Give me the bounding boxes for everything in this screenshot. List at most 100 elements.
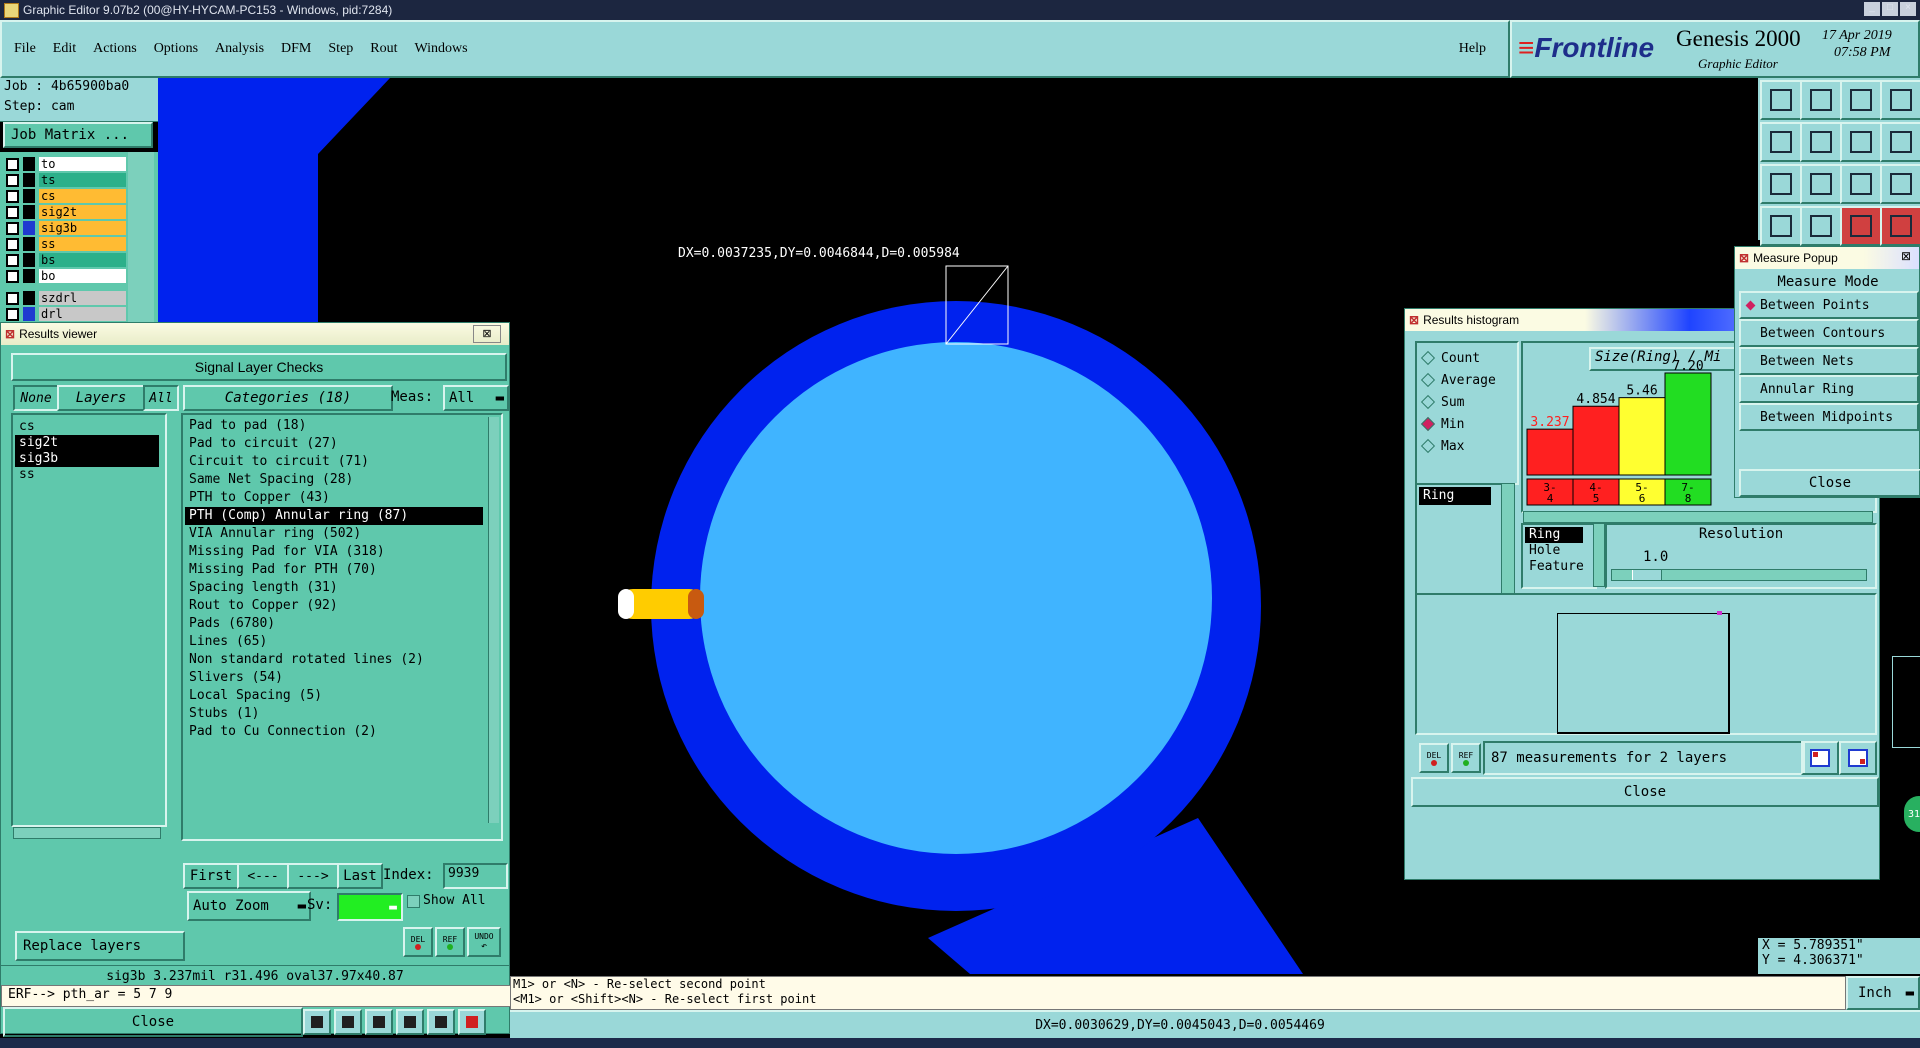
layer-name[interactable]: ss: [39, 237, 126, 251]
category-item[interactable]: VIA Annular ring (502): [185, 525, 483, 543]
radio-icon[interactable]: [1420, 372, 1436, 388]
stat-option[interactable]: Sum: [1420, 391, 1496, 413]
measure-mode-option[interactable]: Annular Ring: [1739, 375, 1919, 403]
tool-red2-tool-button[interactable]: [1880, 206, 1920, 246]
zoom-fit-button[interactable]: [1801, 741, 1839, 775]
radio-icon[interactable]: [1745, 384, 1756, 394]
category-item[interactable]: Local Spacing (5): [185, 687, 483, 705]
type-list-scroll[interactable]: [1593, 523, 1605, 587]
layer-row[interactable]: bs: [6, 252, 126, 268]
layer-row[interactable]: bo: [6, 268, 126, 284]
show-all-checkbox[interactable]: [407, 895, 420, 908]
measure-mode-option[interactable]: Between Nets: [1739, 347, 1919, 375]
ratio-tool-button[interactable]: [1840, 164, 1882, 204]
layer-name[interactable]: to: [39, 157, 126, 171]
radio-icon[interactable]: [1420, 350, 1436, 366]
measure-popup-close-button[interactable]: Close: [1739, 469, 1920, 497]
tool-red-tool-button[interactable]: [1840, 206, 1882, 246]
results-viewer-close-icon[interactable]: ⊠: [473, 325, 501, 343]
note-button[interactable]: [427, 1009, 455, 1035]
measure-mode-option[interactable]: Between Midpoints: [1739, 403, 1919, 431]
radio-icon[interactable]: [1420, 394, 1436, 410]
close-icon[interactable]: ×: [1900, 2, 1916, 16]
type-item[interactable]: Hole: [1525, 543, 1583, 559]
category-item[interactable]: Missing Pad for PTH (70): [185, 561, 483, 579]
chart-button[interactable]: [458, 1009, 486, 1035]
layer-row[interactable]: ss: [6, 236, 126, 252]
type-item[interactable]: Feature: [1525, 559, 1584, 575]
minimize-icon[interactable]: _: [1864, 2, 1880, 16]
help-tool-button[interactable]: [1880, 164, 1920, 204]
radio-icon[interactable]: [1420, 416, 1436, 432]
radio-icon[interactable]: [1745, 412, 1756, 422]
radio-icon[interactable]: [1745, 300, 1756, 310]
first-button[interactable]: First: [183, 863, 239, 889]
route-tool-button[interactable]: [1880, 122, 1920, 162]
stat-option[interactable]: Count: [1420, 347, 1496, 369]
menu-file[interactable]: File: [14, 41, 36, 57]
radio-icon[interactable]: [1420, 438, 1436, 454]
categories-button[interactable]: Categories (18): [183, 385, 393, 411]
category-item[interactable]: PTH to Copper (43): [185, 489, 483, 507]
radio-icon[interactable]: [1745, 356, 1756, 366]
category-item[interactable]: PTH (Comp) Annular ring (87): [185, 507, 483, 525]
type-list[interactable]: Ring Hole Feature: [1521, 523, 1597, 589]
menu-step[interactable]: Step: [328, 41, 353, 57]
layer-name[interactable]: bo: [39, 269, 126, 283]
result-layer-item[interactable]: sig2t: [15, 435, 159, 451]
replace-layers-button[interactable]: Replace layers: [15, 931, 185, 961]
layer-name[interactable]: drl: [39, 307, 126, 321]
layer-row[interactable]: to: [6, 156, 126, 172]
unit-dropdown[interactable]: Inch ▬: [1846, 976, 1920, 1010]
histogram-list-scroll[interactable]: [1501, 483, 1515, 605]
layer-checkbox[interactable]: [6, 221, 19, 235]
layer-list-hscroll[interactable]: [13, 827, 161, 839]
layer-checkbox[interactable]: [6, 253, 19, 267]
layer-checkbox[interactable]: [6, 189, 19, 203]
layers-button[interactable]: Layers: [57, 385, 145, 411]
layer-checkbox[interactable]: [6, 173, 19, 187]
stat-option[interactable]: Average: [1420, 369, 1496, 391]
menu-dfm[interactable]: DFM: [281, 41, 311, 57]
del-button[interactable]: DEL: [403, 927, 433, 957]
zoom-fit-tool-button[interactable]: [1760, 164, 1802, 204]
auto-zoom-dropdown[interactable]: Auto Zoom ▬: [187, 891, 311, 921]
swap-button[interactable]: [396, 1009, 424, 1035]
panel-tool-button[interactable]: [1880, 80, 1920, 120]
histogram-bar[interactable]: [1618, 397, 1666, 476]
draw-tool-button[interactable]: [1760, 206, 1802, 246]
home-top-tool-button[interactable]: [1760, 80, 1802, 120]
chart-hscroll[interactable]: [1523, 511, 1873, 523]
expand-tool-button[interactable]: [1800, 164, 1842, 204]
histogram-bar[interactable]: [1526, 428, 1574, 476]
layer-scrollbar[interactable]: [128, 152, 154, 322]
measure-popup-close-icon[interactable]: ⊠: [1901, 249, 1911, 263]
job-matrix-button[interactable]: Job Matrix ...: [3, 122, 153, 148]
measure-mode-option[interactable]: Between Points: [1739, 291, 1919, 319]
layer-row[interactable]: drl: [6, 306, 126, 322]
result-layer-item[interactable]: cs: [15, 419, 159, 435]
window-controls[interactable]: _ □ ×: [1864, 2, 1916, 16]
menu-actions[interactable]: Actions: [93, 41, 137, 57]
measure-mode-option[interactable]: Between Contours: [1739, 319, 1919, 347]
category-item[interactable]: Pad to Cu Connection (2): [185, 723, 483, 741]
menu-help[interactable]: Help: [1459, 41, 1486, 57]
category-item[interactable]: Pad to circuit (27): [185, 435, 483, 453]
radio-icon[interactable]: [1745, 328, 1756, 338]
hist-ref-button-2[interactable]: REF: [1451, 743, 1481, 773]
histogram-list-item[interactable]: Ring: [1419, 487, 1491, 505]
index-input[interactable]: 9939: [443, 863, 508, 889]
category-vscroll[interactable]: [488, 417, 499, 823]
stat-option[interactable]: Min: [1420, 413, 1496, 435]
histogram-list[interactable]: Ring: [1415, 483, 1503, 607]
menu-windows[interactable]: Windows: [415, 41, 468, 57]
layer-row[interactable]: szdrl: [6, 290, 126, 306]
grid-tool-button[interactable]: [1800, 206, 1842, 246]
category-item[interactable]: Pad to pad (18): [185, 417, 483, 435]
layer-name[interactable]: bs: [39, 253, 126, 267]
category-item[interactable]: Rout to Copper (92): [185, 597, 483, 615]
ref-button[interactable]: REF: [435, 927, 465, 957]
layer-checkbox[interactable]: [6, 291, 19, 305]
histogram-close-button[interactable]: Close: [1411, 777, 1879, 807]
zoom-area-button[interactable]: [1839, 741, 1877, 775]
